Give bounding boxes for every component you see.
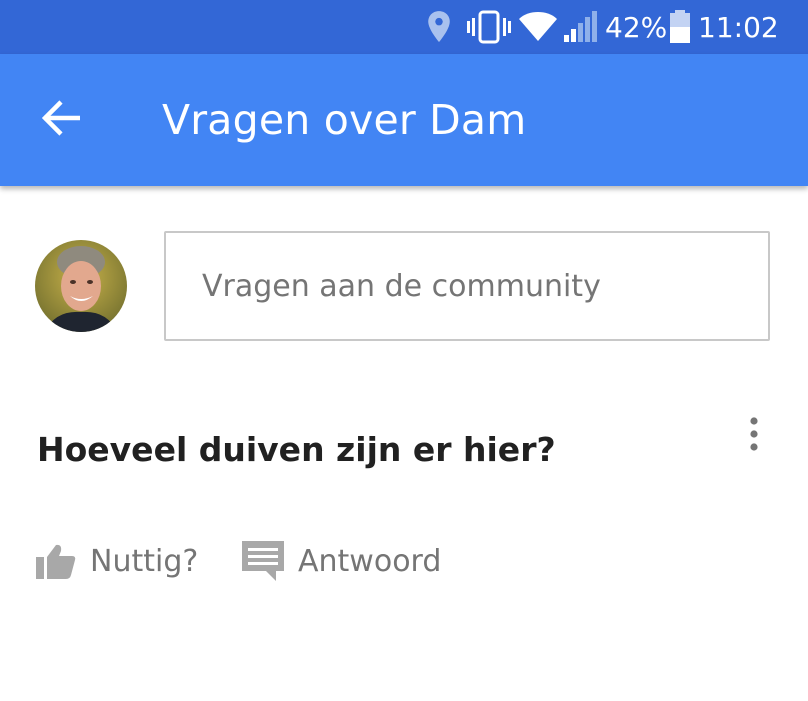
wifi-icon	[519, 0, 557, 54]
battery-icon	[669, 0, 691, 54]
arrow-back-icon	[41, 99, 82, 141]
question-text: Hoeveel duiven zijn er hier?	[37, 430, 556, 469]
more-options-button[interactable]	[736, 416, 772, 456]
avatar[interactable]	[35, 240, 127, 332]
back-button[interactable]	[30, 96, 94, 144]
ask-community-input[interactable]: Vragen aan de community	[164, 231, 770, 341]
ask-placeholder: Vragen aan de community	[202, 269, 601, 304]
more-vert-icon	[748, 416, 760, 456]
signal-icon	[563, 0, 597, 54]
helpful-button[interactable]: Nuttig?	[36, 536, 198, 586]
helpful-label: Nuttig?	[90, 543, 199, 579]
status-bar: 42% 11:02	[0, 0, 808, 54]
answer-button[interactable]: Antwoord	[242, 536, 441, 586]
vibrate-icon	[467, 0, 511, 54]
clock: 11:02	[698, 10, 779, 44]
answer-label: Antwoord	[298, 543, 442, 579]
location-icon	[425, 0, 453, 54]
page-title: Vragen over Dam	[162, 96, 527, 144]
battery-percent: 42%	[605, 10, 668, 44]
app-bar: Vragen over Dam	[0, 54, 808, 186]
thumb-up-icon	[36, 543, 76, 579]
comment-icon	[242, 541, 284, 581]
